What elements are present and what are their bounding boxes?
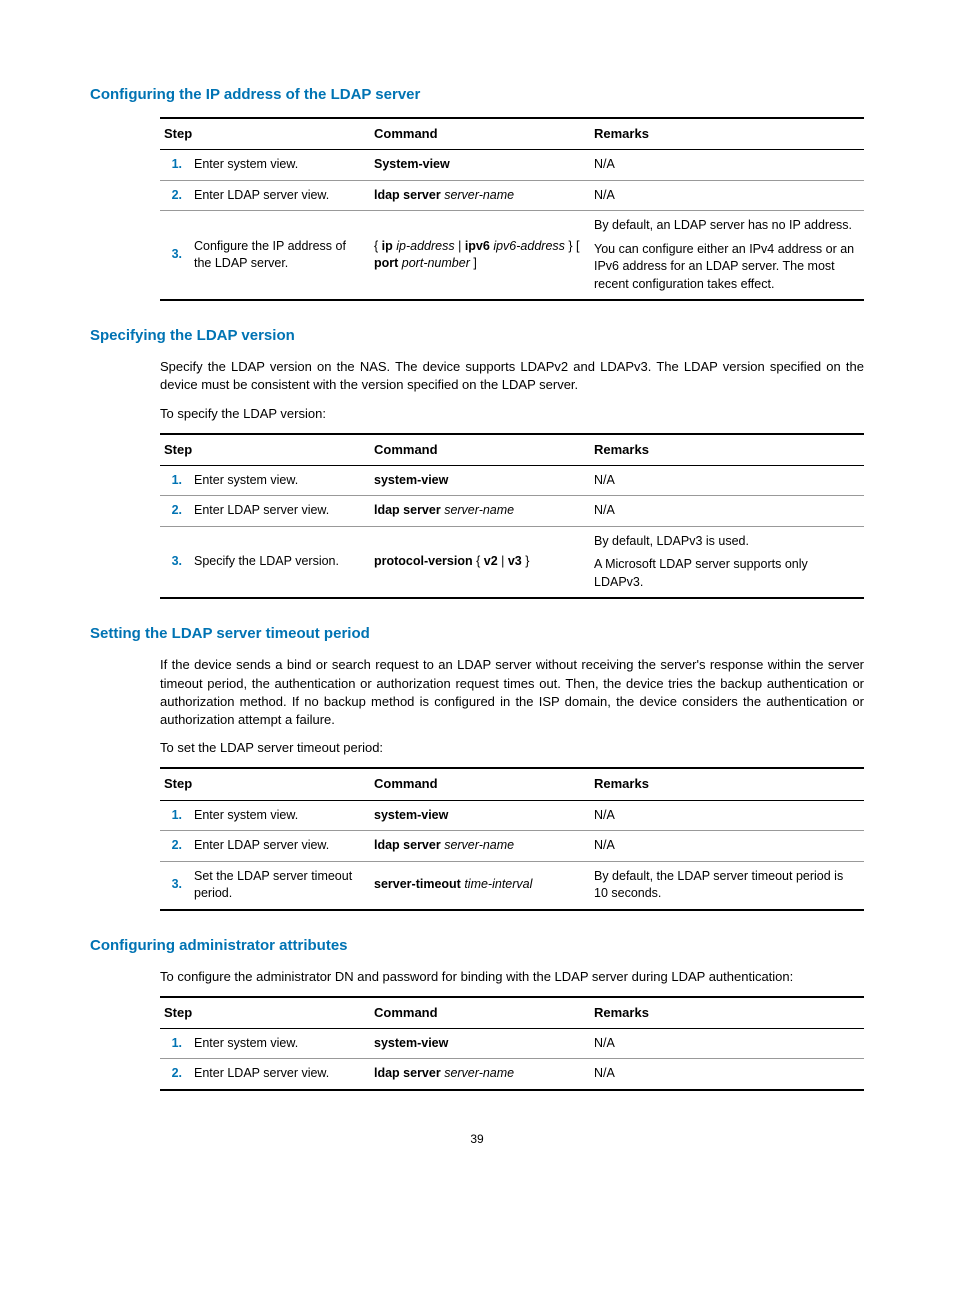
step-description: Enter LDAP server view. <box>190 496 370 527</box>
section-heading: Specifying the LDAP version <box>90 325 864 346</box>
step-command: ldap server server-name <box>370 180 590 211</box>
step-number: 1. <box>160 465 190 496</box>
step-remarks: N/A <box>590 150 864 181</box>
step-number: 1. <box>160 800 190 831</box>
col-header-step: Step <box>160 997 370 1029</box>
table-row: 2.Enter LDAP server view.ldap server ser… <box>160 496 864 527</box>
table-row: 3.Set the LDAP server timeout period.ser… <box>160 861 864 910</box>
steps-table: StepCommandRemarks1.Enter system view.sy… <box>160 996 864 1091</box>
step-remarks: N/A <box>590 831 864 862</box>
step-command: system-view <box>370 465 590 496</box>
col-header-remarks: Remarks <box>590 434 864 466</box>
step-remarks: By default, an LDAP server has no IP add… <box>590 211 864 301</box>
step-command: server-timeout time-interval <box>370 861 590 910</box>
col-header-remarks: Remarks <box>590 997 864 1029</box>
step-description: Enter LDAP server view. <box>190 831 370 862</box>
step-command: system-view <box>370 800 590 831</box>
step-remarks: N/A <box>590 1059 864 1090</box>
section-heading: Configuring the IP address of the LDAP s… <box>90 84 864 105</box>
document-page: Configuring the IP address of the LDAP s… <box>90 84 864 1091</box>
step-description: Enter system view. <box>190 800 370 831</box>
steps-table: StepCommandRemarks1.Enter system view.sy… <box>160 433 864 600</box>
step-description: Set the LDAP server timeout period. <box>190 861 370 910</box>
table-row: 1.Enter system view.system-viewN/A <box>160 800 864 831</box>
step-command: ldap server server-name <box>370 496 590 527</box>
table-row: 1.Enter system view.system-viewN/A <box>160 465 864 496</box>
col-header-command: Command <box>370 997 590 1029</box>
col-header-command: Command <box>370 118 590 150</box>
step-remarks: N/A <box>590 465 864 496</box>
step-description: Enter system view. <box>190 150 370 181</box>
step-command: System-view <box>370 150 590 181</box>
step-number: 1. <box>160 150 190 181</box>
table-row: 1.Enter system view.system-viewN/A <box>160 1028 864 1059</box>
body-paragraph: To specify the LDAP version: <box>160 405 864 423</box>
step-description: Enter LDAP server view. <box>190 1059 370 1090</box>
step-number: 2. <box>160 496 190 527</box>
step-description: Specify the LDAP version. <box>190 526 370 598</box>
col-header-step: Step <box>160 118 370 150</box>
section-heading: Configuring administrator attributes <box>90 935 864 956</box>
step-command: protocol-version { v2 | v3 } <box>370 526 590 598</box>
step-description: Enter system view. <box>190 1028 370 1059</box>
step-description: Configure the IP address of the LDAP ser… <box>190 211 370 301</box>
col-header-command: Command <box>370 768 590 800</box>
body-paragraph: Specify the LDAP version on the NAS. The… <box>160 358 864 394</box>
step-remarks: N/A <box>590 496 864 527</box>
step-command: ldap server server-name <box>370 1059 590 1090</box>
step-remarks: By default, the LDAP server timeout peri… <box>590 861 864 910</box>
step-number: 1. <box>160 1028 190 1059</box>
step-number: 3. <box>160 526 190 598</box>
table-row: 2.Enter LDAP server view.ldap server ser… <box>160 831 864 862</box>
steps-table: StepCommandRemarks1.Enter system view.Sy… <box>160 117 864 301</box>
table-row: 2.Enter LDAP server view.ldap server ser… <box>160 1059 864 1090</box>
step-description: Enter LDAP server view. <box>190 180 370 211</box>
page-number: 39 <box>90 1131 864 1148</box>
table-row: 3.Configure the IP address of the LDAP s… <box>160 211 864 301</box>
step-number: 3. <box>160 861 190 910</box>
col-header-remarks: Remarks <box>590 768 864 800</box>
step-description: Enter system view. <box>190 465 370 496</box>
step-command: system-view <box>370 1028 590 1059</box>
step-command: { ip ip-address | ipv6 ipv6-address } [ … <box>370 211 590 301</box>
table-row: 1.Enter system view.System-viewN/A <box>160 150 864 181</box>
table-row: 2.Enter LDAP server view.ldap server ser… <box>160 180 864 211</box>
col-header-command: Command <box>370 434 590 466</box>
step-remarks: By default, LDAPv3 is used.A Microsoft L… <box>590 526 864 598</box>
section-heading: Setting the LDAP server timeout period <box>90 623 864 644</box>
step-number: 2. <box>160 1059 190 1090</box>
step-number: 2. <box>160 831 190 862</box>
step-remarks: N/A <box>590 1028 864 1059</box>
step-remarks: N/A <box>590 180 864 211</box>
col-header-step: Step <box>160 434 370 466</box>
body-paragraph: To set the LDAP server timeout period: <box>160 739 864 757</box>
col-header-remarks: Remarks <box>590 118 864 150</box>
step-number: 3. <box>160 211 190 301</box>
body-paragraph: If the device sends a bind or search req… <box>160 656 864 729</box>
step-command: ldap server server-name <box>370 831 590 862</box>
steps-table: StepCommandRemarks1.Enter system view.sy… <box>160 767 864 910</box>
table-row: 3.Specify the LDAP version.protocol-vers… <box>160 526 864 598</box>
body-paragraph: To configure the administrator DN and pa… <box>160 968 864 986</box>
step-number: 2. <box>160 180 190 211</box>
step-remarks: N/A <box>590 800 864 831</box>
col-header-step: Step <box>160 768 370 800</box>
